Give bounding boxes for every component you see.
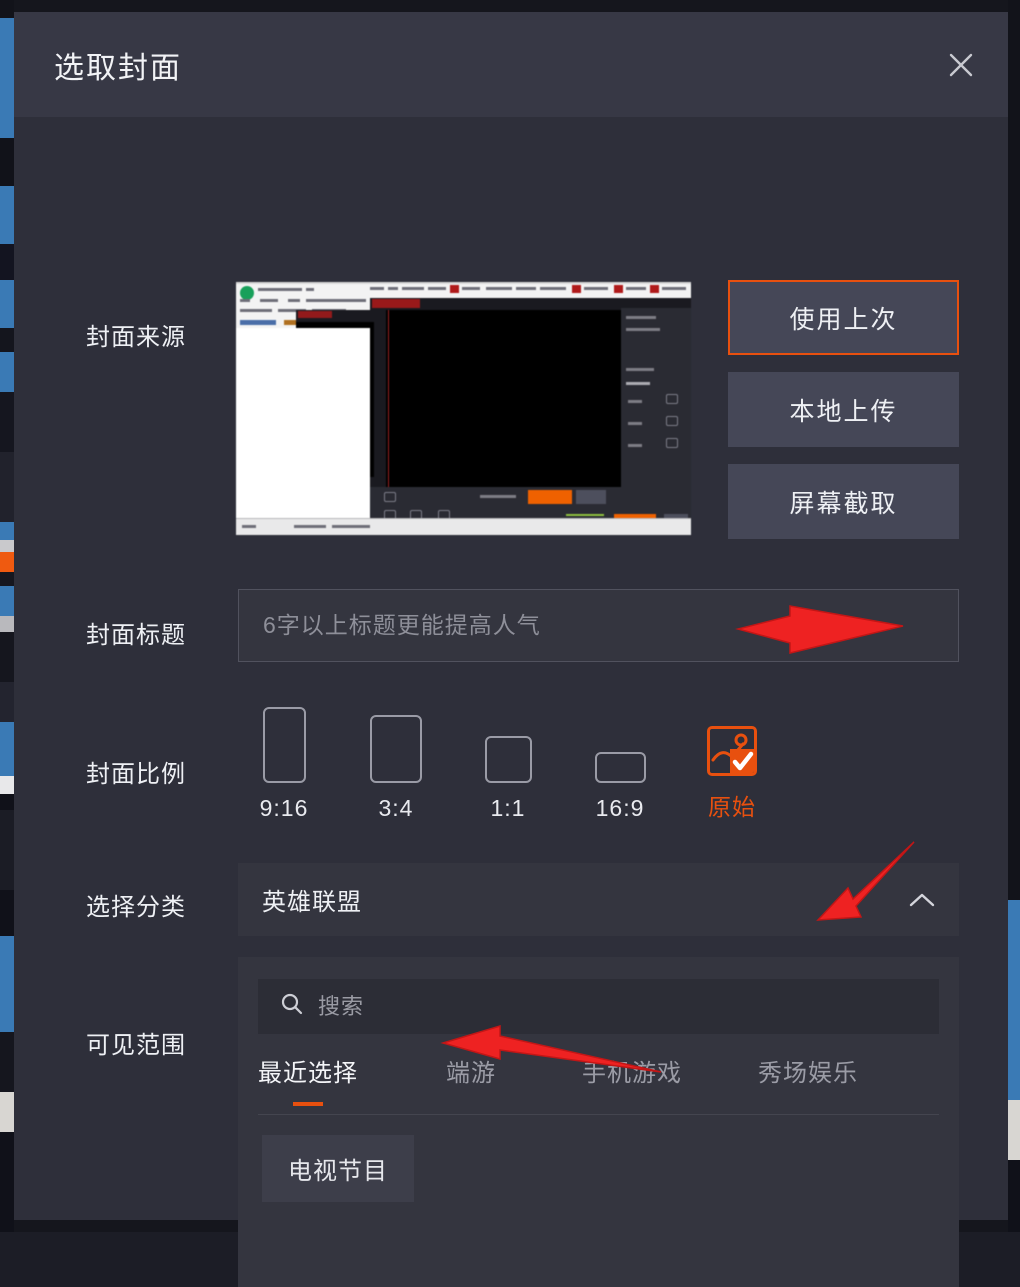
background-app-strip-left: [0, 0, 14, 1232]
cover-thumbnail-preview[interactable]: [236, 282, 691, 535]
cover-ratio-label: 封面比例: [86, 754, 186, 789]
ratio-box-1-1: [485, 736, 532, 783]
tab-recent[interactable]: 最近选择: [258, 1053, 358, 1106]
close-icon[interactable]: [941, 45, 981, 85]
visible-range-label: 可见范围: [86, 1025, 186, 1060]
source-button-use-last-label: 使用上次: [789, 300, 897, 336]
page-title: 选取封面: [54, 43, 182, 87]
source-button-local-upload-label: 本地上传: [789, 392, 897, 428]
ratio-option-3-4[interactable]: 3:4: [350, 715, 442, 822]
search-box[interactable]: [258, 979, 939, 1034]
ratio-option-1-1[interactable]: 1:1: [462, 736, 554, 822]
category-label: 选择分类: [86, 887, 186, 922]
ratio-box-3-4: [370, 715, 422, 783]
ratio-option-9-16[interactable]: 9:16: [238, 707, 330, 822]
source-button-local-upload[interactable]: 本地上传: [728, 372, 959, 447]
source-button-screen-capture-label: 屏幕截取: [789, 484, 897, 520]
chevron-up-icon: [909, 892, 935, 908]
source-button-use-last[interactable]: 使用上次: [728, 280, 959, 355]
select-cover-dialog: 选取封面 封面来源: [14, 12, 1008, 1220]
ratio-label-16-9: 16:9: [596, 795, 645, 822]
category-tabs: 最近选择 端游 手机游戏 秀场娱乐: [258, 1053, 939, 1115]
category-dropdown[interactable]: 英雄联盟: [238, 863, 959, 936]
dialog-header: 选取封面: [14, 12, 1008, 117]
search-input[interactable]: [318, 994, 917, 1020]
ratio-box-16-9: [595, 752, 646, 783]
background-app-strip-right: [1008, 0, 1020, 1232]
cover-source-label: 封面来源: [86, 317, 186, 352]
cover-title-input[interactable]: [238, 589, 959, 662]
tab-mobile-games[interactable]: 手机游戏: [582, 1053, 682, 1106]
ratio-option-original[interactable]: 原始: [686, 726, 778, 822]
category-selected-value: 英雄联盟: [262, 882, 909, 917]
visible-range-panel: 最近选择 端游 手机游戏 秀场娱乐 电视节目: [238, 957, 959, 1287]
image-check-icon: [707, 726, 757, 776]
category-chip-list: 电视节目: [262, 1135, 414, 1202]
dialog-body: 封面来源: [14, 117, 1008, 1220]
ratio-label-1-1: 1:1: [491, 795, 526, 822]
ratio-label-3-4: 3:4: [379, 795, 414, 822]
source-button-screen-capture[interactable]: 屏幕截取: [728, 464, 959, 539]
tab-show-entertainment[interactable]: 秀场娱乐: [758, 1053, 858, 1106]
cover-ratio-options: 9:16 3:4 1:1 16:9: [238, 707, 778, 822]
ratio-option-16-9[interactable]: 16:9: [574, 752, 666, 822]
ratio-label-9-16: 9:16: [260, 795, 309, 822]
tab-pc-games[interactable]: 端游: [446, 1053, 496, 1106]
ratio-box-9-16: [263, 707, 306, 783]
cover-title-label: 封面标题: [86, 615, 186, 650]
chip-tv-program[interactable]: 电视节目: [262, 1135, 414, 1202]
search-icon: [280, 992, 304, 1021]
ratio-label-original: 原始: [708, 788, 756, 822]
